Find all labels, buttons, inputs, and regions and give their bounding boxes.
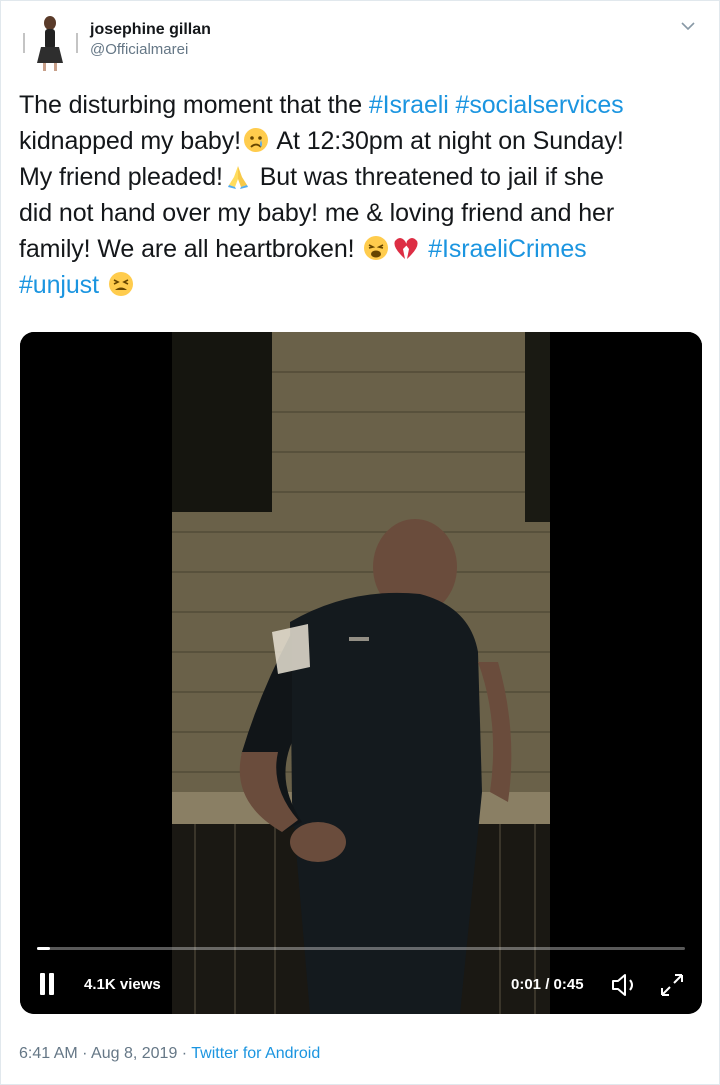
text-segment: My friend pleaded!	[19, 163, 223, 191]
fullscreen-button[interactable]	[658, 971, 686, 999]
video-player[interactable]: 4.1K views 0:01 / 0:45	[20, 332, 702, 1014]
text-segment: But was threatened to jail if she	[252, 163, 604, 191]
chevron-down-icon	[681, 22, 695, 30]
text-segment: The disturbing moment that the	[19, 91, 369, 119]
video-time: 0:01 / 0:45	[511, 976, 584, 993]
more-options-button[interactable]	[679, 17, 697, 35]
video-controls: 4.1K views 0:01 / 0:45	[20, 959, 702, 999]
tweet-meta: 6:41 AM · Aug 8, 2019 · Twitter for Andr…	[19, 1045, 320, 1063]
tweet-card: josephine gillan @Officialmarei The dist…	[0, 0, 720, 1085]
text-segment: At 12:30pm at night on Sunday!	[270, 127, 624, 155]
tired-face-emoji	[108, 272, 133, 296]
user-handle[interactable]: @Officialmarei	[90, 40, 211, 60]
volume-button[interactable]	[610, 971, 640, 999]
crying-face-emoji	[243, 128, 268, 152]
text-segment	[449, 91, 456, 119]
hashtag-israelicrimes[interactable]: #IsraeliCrimes	[428, 235, 586, 263]
tweet-text: The disturbing moment that the #Israeli …	[19, 87, 709, 303]
folded-hands-emoji	[227, 166, 248, 189]
text-segment	[99, 271, 106, 299]
user-info[interactable]: josephine gillan @Officialmarei	[90, 20, 211, 60]
pause-icon	[40, 973, 45, 995]
video-progress-fill	[37, 947, 50, 950]
display-name[interactable]: josephine gillan	[90, 20, 211, 40]
view-count: 4.1K views	[84, 976, 161, 993]
volume-icon	[612, 974, 633, 996]
tweet-timestamp[interactable]: 6:41 AM · Aug 8, 2019 ·	[19, 1045, 191, 1062]
weary-face-emoji	[364, 236, 389, 260]
broken-heart-emoji	[394, 238, 418, 259]
tweet-source[interactable]: Twitter for Android	[191, 1045, 320, 1062]
hashtag-israeli[interactable]: #Israeli	[369, 91, 449, 119]
text-segment: did not hand over my baby! me & loving f…	[19, 199, 615, 227]
hashtag-unjust[interactable]: #unjust	[19, 271, 99, 299]
avatar[interactable]	[19, 11, 81, 73]
hashtag-socialservices[interactable]: #socialservices	[456, 91, 624, 119]
expand-icon	[661, 974, 683, 996]
pause-icon-bar	[49, 973, 54, 995]
pause-button[interactable]	[38, 973, 58, 997]
video-progress-bar[interactable]	[37, 947, 685, 950]
text-segment: family! We are all heartbroken!	[19, 235, 362, 263]
video-frame	[20, 332, 702, 1014]
text-segment: kidnapped my baby!	[19, 127, 241, 155]
